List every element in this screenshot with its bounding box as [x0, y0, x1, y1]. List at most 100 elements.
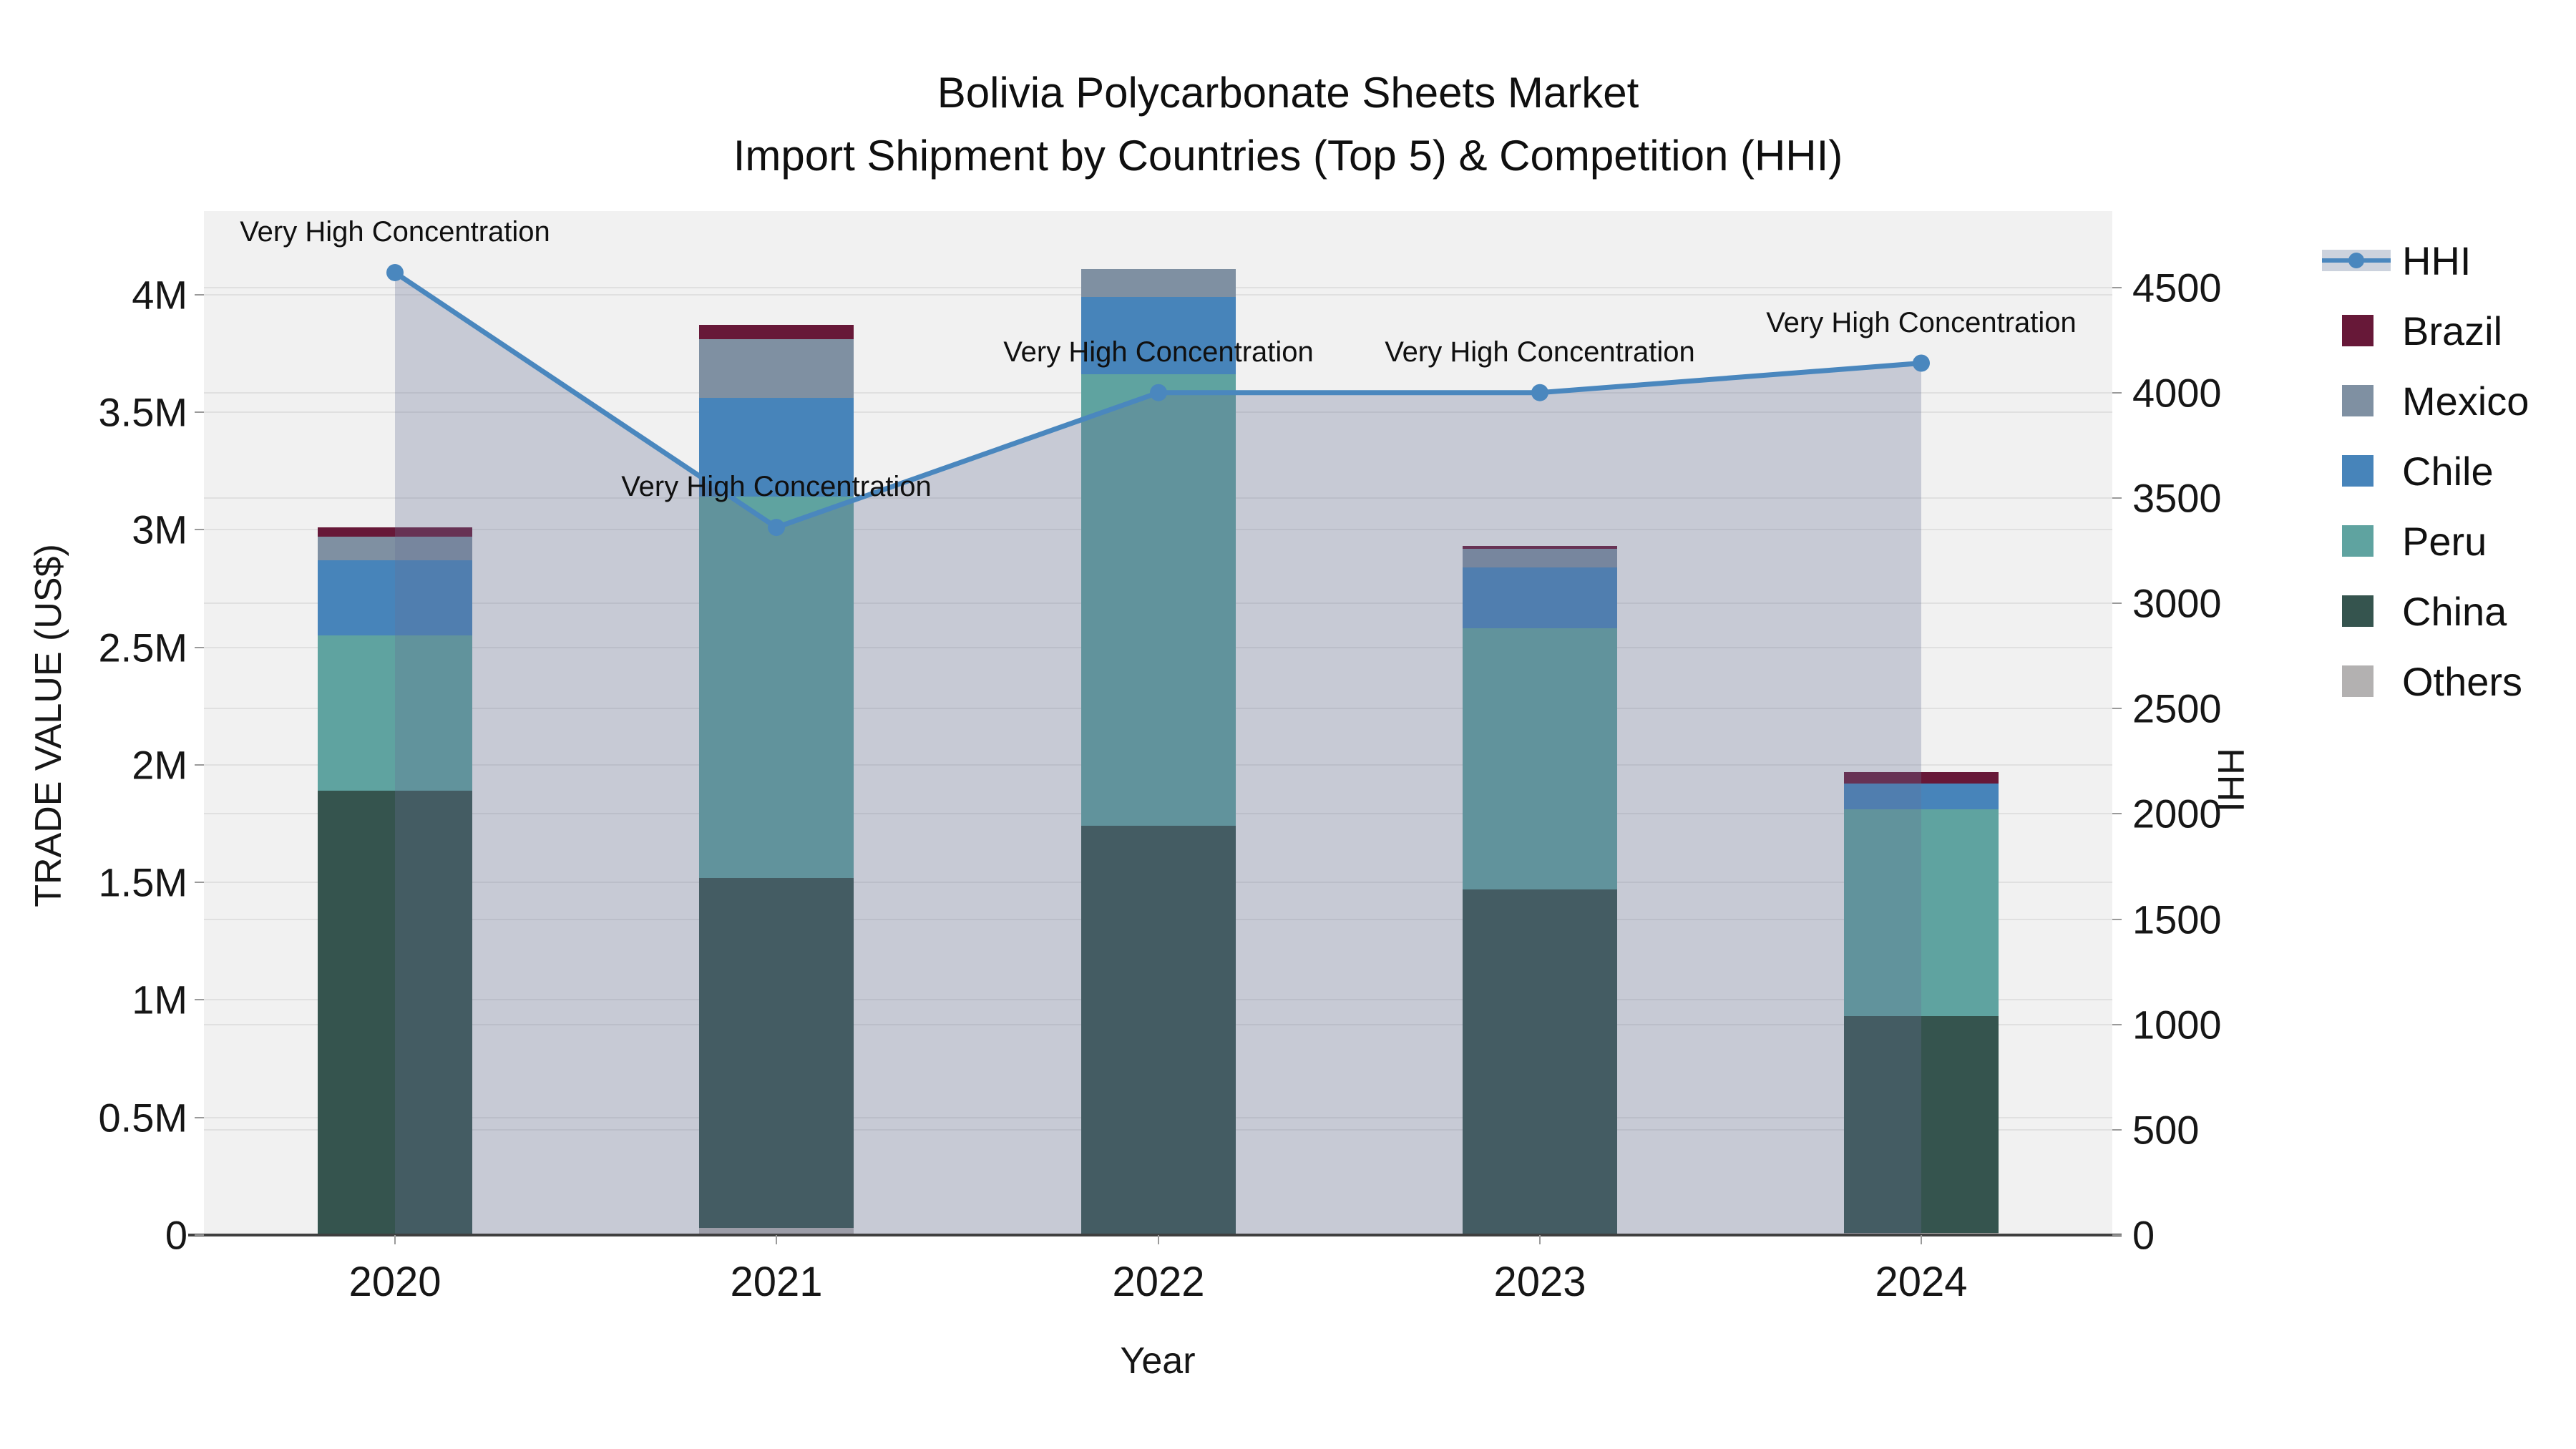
x-tick-label-2023: 2023 [1493, 1259, 1586, 1305]
annotation-2020: Very High Concentration [240, 215, 550, 248]
legend-item-china[interactable]: China [2322, 576, 2572, 646]
y-right-tick-label-0: 0 [2132, 1212, 2155, 1258]
y-left-tick-mark [195, 999, 204, 1001]
legend-label-peru: Peru [2402, 518, 2487, 564]
y-left-tick-mark [195, 1116, 204, 1118]
bar-segment-peru-2021 [699, 497, 854, 878]
y-right-tick-label-1000: 1000 [2132, 1002, 2222, 1048]
chart-title-block: Bolivia Polycarbonate Sheets Market Impo… [0, 62, 2576, 187]
y-left-tick-label-2.5M: 2.5M [98, 625, 188, 670]
bar-segment-chile-2020 [318, 560, 472, 636]
legend-hhi-marker [2348, 253, 2364, 268]
bar-segment-mexico-2022 [1081, 268, 1236, 297]
hhi-marker-2020 [386, 263, 404, 281]
bar-segment-china-2022 [1081, 826, 1236, 1235]
bar-segment-mexico-2020 [318, 537, 472, 560]
bar-segment-peru-2022 [1081, 374, 1236, 826]
annotation-2021: Very High Concentration [621, 471, 932, 503]
color-swatch-icon [2322, 366, 2394, 436]
bar-segment-peru-2023 [1463, 628, 1617, 889]
x-axis-title: Year [1120, 1340, 1196, 1382]
annotation-2024: Very High Concentration [1766, 306, 2077, 338]
y-right-tick-mark [2112, 1023, 2122, 1025]
legend-item-hhi[interactable]: HHI [2322, 225, 2572, 296]
y-right-tick-mark [2112, 1128, 2122, 1131]
y-left-tick-label-1.5M: 1.5M [98, 859, 188, 905]
y-right-tick-mark [2112, 1234, 2122, 1236]
x-tick-mark [394, 1235, 396, 1244]
y-left-tick-mark [195, 411, 204, 413]
bar-segment-china-2023 [1463, 889, 1617, 1235]
bar-segment-peru-2024 [1844, 809, 1999, 1017]
y-left-tick-label-4M: 4M [132, 272, 187, 318]
y-left-tick-label-1M: 1M [132, 977, 187, 1023]
annotation-2023: Very High Concentration [1385, 336, 1695, 368]
legend-item-brazil[interactable]: Brazil [2322, 296, 2572, 366]
x-tick-label-2024: 2024 [1875, 1259, 1968, 1305]
plot-area: Very High Concentration Very High Concent… [204, 211, 2112, 1235]
y-left-tick-label-3M: 3M [132, 507, 187, 552]
legend-label-brazil: Brazil [2402, 308, 2503, 353]
x-tick-mark [1158, 1235, 1159, 1244]
y-left-tick-mark [195, 646, 204, 648]
y-axis-title-right: HHI [2210, 748, 2251, 812]
bar-segment-china-2020 [318, 790, 472, 1235]
bar-segment-china-2024 [1844, 1016, 1999, 1233]
y-right-tick-label-2500: 2500 [2132, 686, 2222, 731]
legend-item-chile[interactable]: Chile [2322, 436, 2572, 506]
y-right-tick-label-2000: 2000 [2132, 791, 2222, 836]
chart-subtitle: Import Shipment by Countries (Top 5) & C… [733, 132, 1843, 180]
x-axis-line [188, 1234, 2122, 1236]
bar-segment-brazil-2021 [699, 325, 854, 340]
x-tick-label-2022: 2022 [1112, 1259, 1205, 1305]
legend-item-mexico[interactable]: Mexico [2322, 366, 2572, 436]
x-tick-label-2021: 2021 [730, 1259, 823, 1305]
y-right-tick-mark [2112, 708, 2122, 710]
legend-swatch-chile [2342, 455, 2373, 487]
bar-segment-mexico-2021 [699, 339, 854, 399]
bar-segment-brazil-2023 [1463, 546, 1617, 549]
bar-segment-chile-2024 [1844, 784, 1999, 810]
annotation-2022: Very High Concentration [1003, 336, 1314, 368]
legend-swatch-china [2342, 595, 2373, 627]
legend-label-hhi: HHI [2402, 238, 2472, 283]
bar-segment-china-2021 [699, 877, 854, 1229]
legend-swatch-mexico [2342, 385, 2373, 416]
bar-segment-mexico-2023 [1463, 548, 1617, 567]
y-right-tick-mark [2112, 813, 2122, 815]
y-right-tick-label-500: 500 [2132, 1107, 2200, 1153]
y-left-tick-label-2M: 2M [132, 742, 187, 788]
y-right-tick-label-4500: 4500 [2132, 265, 2222, 311]
chart-title: Bolivia Polycarbonate Sheets Market [937, 69, 1639, 117]
y-right-tick-label-4000: 4000 [2132, 370, 2222, 416]
hhi-line-icon [2322, 225, 2394, 296]
bar-segment-chile-2023 [1463, 567, 1617, 629]
figure: { "title": { "line1": "Bolivia Polycarbo… [0, 0, 2576, 1449]
legend-label-mexico: Mexico [2402, 378, 2529, 424]
y-right-tick-mark [2112, 391, 2122, 394]
y-left-tick-mark [195, 529, 204, 531]
color-swatch-icon [2322, 646, 2394, 716]
bar-segment-brazil-2020 [318, 527, 472, 537]
y-left-tick-mark [195, 293, 204, 296]
x-tick-mark [776, 1235, 777, 1244]
y-right-tick-label-3500: 3500 [2132, 475, 2222, 521]
y-left-tick-label-0: 0 [165, 1212, 187, 1258]
y-right-tick-mark [2112, 918, 2122, 920]
legend-item-others[interactable]: Others [2322, 646, 2572, 716]
color-swatch-icon [2322, 296, 2394, 366]
legend-item-peru[interactable]: Peru [2322, 506, 2572, 576]
y-right-tick-label-1500: 1500 [2132, 897, 2222, 942]
y-right-tick-label-3000: 3000 [2132, 580, 2222, 626]
legend: HHI Brazil Mexico Chile Peru China Others [2322, 225, 2572, 716]
color-swatch-icon [2322, 576, 2394, 646]
y-right-tick-mark [2112, 602, 2122, 605]
x-tick-label-2020: 2020 [348, 1259, 441, 1305]
legend-swatch-others [2342, 665, 2373, 697]
legend-label-others: Others [2402, 658, 2523, 704]
y-left-tick-label-0.5M: 0.5M [98, 1095, 188, 1141]
legend-swatch-peru [2342, 525, 2373, 557]
y-left-tick-mark [195, 1234, 204, 1236]
legend-label-chile: Chile [2402, 448, 2494, 494]
x-tick-mark [1539, 1235, 1541, 1244]
